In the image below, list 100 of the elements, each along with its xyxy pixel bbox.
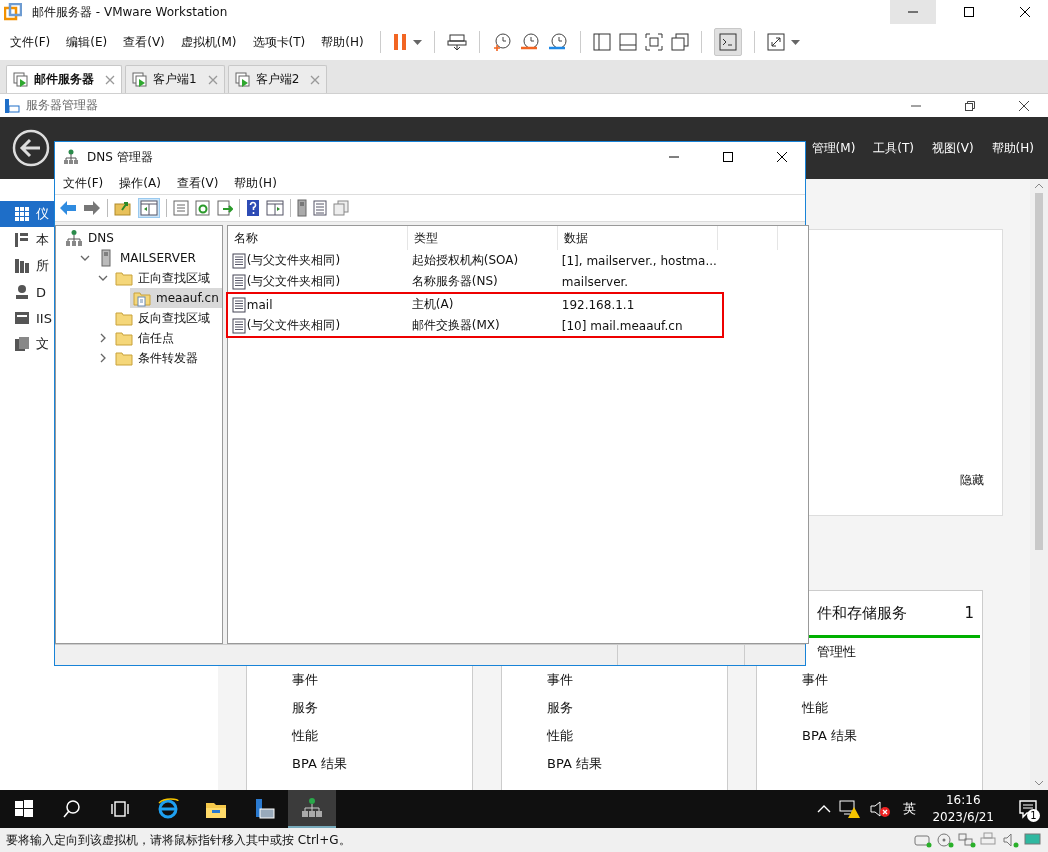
tile-link[interactable]: BPA 结果 (292, 750, 347, 778)
close-icon[interactable] (310, 74, 321, 85)
copy-icon[interactable] (333, 200, 349, 216)
export-icon[interactable] (217, 200, 233, 216)
chevron-icon[interactable] (98, 353, 108, 363)
tree-item[interactable]: 条件转发器 (112, 348, 201, 368)
column-header[interactable]: 名称 (227, 226, 408, 250)
record-row[interactable]: (与父文件夹相同) 名称服务器(NS) mailserver. (227, 271, 808, 292)
sidebar-item[interactable]: IIS (0, 305, 54, 331)
back-button-icon[interactable] (12, 129, 50, 167)
notification-button[interactable]: 1 (1008, 790, 1048, 828)
unity-icon[interactable] (670, 33, 689, 51)
chevron-up-icon[interactable] (817, 804, 832, 814)
menu-item[interactable]: 文件(F) (6, 33, 55, 51)
record-name[interactable]: (与父文件夹相同) (227, 273, 412, 290)
sound-icon[interactable] (1002, 832, 1020, 848)
sidebar-item[interactable]: 文 (0, 331, 54, 357)
tile-link[interactable]: 性能 (802, 694, 828, 722)
column-header[interactable]: 类型 (407, 226, 558, 250)
record-name[interactable]: mail (227, 296, 412, 313)
cd-drive-icon[interactable] (936, 832, 954, 848)
console-button[interactable] (713, 28, 742, 56)
column-header[interactable]: 数据 (557, 226, 718, 250)
tree-item[interactable]: meaauf.cn (130, 288, 222, 308)
menu-item[interactable]: 编辑(E) (62, 33, 112, 51)
volume-muted-icon[interactable] (869, 799, 892, 819)
fullscreen-icon[interactable] (766, 33, 785, 51)
help-icon[interactable] (246, 199, 260, 217)
tree-toggle-button[interactable] (138, 198, 160, 218)
record-row[interactable]: (与父文件夹相同) 起始授权机构(SOA) [1], mailserver., hostma... (227, 250, 808, 271)
tile-link[interactable]: 事件 (547, 666, 573, 694)
menu-item[interactable]: 选项卡(T) (248, 33, 310, 51)
vm-tab[interactable]: 客户端2 (227, 65, 328, 93)
tree-item[interactable]: 信任点 (112, 328, 177, 348)
tile-link[interactable]: BPA 结果 (547, 750, 602, 778)
menu-item[interactable]: 查看(V) (119, 33, 169, 51)
chevron-icon[interactable] (80, 253, 90, 263)
scrollbar[interactable] (1030, 179, 1048, 790)
tile-link[interactable]: 事件 (802, 666, 828, 694)
tile-link[interactable]: 管理性 (817, 638, 856, 666)
menu-item[interactable]: 操作(A) (113, 174, 167, 192)
server-icon[interactable] (297, 199, 307, 217)
thumbnail-bar-icon[interactable] (618, 33, 637, 51)
keyboard-send-icon[interactable] (446, 32, 467, 52)
vm-tab[interactable]: 邮件服务器 (6, 65, 122, 93)
record-name[interactable]: (与父文件夹相同) (227, 317, 412, 334)
chevron-icon[interactable] (98, 273, 108, 283)
scroll-up-icon[interactable] (1034, 183, 1044, 189)
record-icon[interactable] (313, 200, 327, 216)
tile-link[interactable]: 服务 (292, 694, 318, 722)
network-warning-icon[interactable] (839, 799, 862, 819)
back-arrow-icon[interactable] (59, 200, 77, 216)
scroll-down-icon[interactable] (1034, 780, 1044, 786)
tile-link[interactable]: BPA 结果 (802, 722, 857, 750)
caret-icon[interactable] (790, 39, 800, 45)
pause-icon[interactable] (392, 33, 407, 51)
input-method-indicator[interactable]: 英 (903, 800, 917, 818)
tile-link[interactable]: 服务 (547, 694, 573, 722)
sidebar-item[interactable]: 仪 (0, 201, 54, 227)
close-icon[interactable] (207, 74, 218, 85)
maximize-icon (723, 152, 733, 162)
tile-link[interactable]: 事件 (292, 666, 318, 694)
tree-item[interactable]: MAILSERVER (94, 248, 199, 268)
refresh-icon[interactable] (195, 200, 211, 216)
menu-item[interactable]: 虚拟机(M) (176, 33, 241, 51)
tree-item[interactable]: 正向查找区域 (112, 268, 213, 288)
tree-item[interactable]: DNS (62, 228, 117, 248)
caret-icon[interactable] (412, 39, 422, 45)
menu-item[interactable]: 帮助(H) (228, 174, 283, 192)
sidebar-item[interactable]: D (0, 279, 54, 305)
menu-item[interactable]: 帮助(H) (317, 33, 368, 51)
up-folder-icon[interactable] (114, 200, 132, 216)
tile-link[interactable]: 性能 (547, 722, 573, 750)
close-icon[interactable] (105, 74, 115, 85)
vm-tab[interactable]: 客户端1 (125, 65, 225, 93)
menu-item[interactable]: 工具(T) (873, 139, 915, 157)
snapshot-icon[interactable] (491, 32, 512, 52)
tree-item[interactable]: 反向查找区域 (112, 308, 213, 328)
sidebar-item[interactable]: 本 (0, 227, 54, 253)
network-adapter-icon[interactable] (958, 832, 976, 848)
record-name[interactable]: (与父文件夹相同) (227, 252, 412, 269)
forward-arrow-icon[interactable] (83, 200, 101, 216)
sidebar-view-icon[interactable] (592, 33, 611, 51)
menu-item[interactable]: 查看(V) (170, 174, 225, 192)
snapshot-manager-icon[interactable] (547, 32, 568, 52)
sidebar-item[interactable]: 所 (0, 253, 54, 279)
fit-screen-icon[interactable] (644, 33, 663, 51)
revert-snapshot-icon[interactable] (519, 32, 540, 52)
display-icon[interactable] (1024, 832, 1042, 848)
console-view-icon[interactable] (266, 200, 284, 216)
menu-item[interactable]: 文件(F) (57, 174, 110, 192)
menu-item[interactable]: 管理(M) (811, 139, 856, 157)
menu-item[interactable]: 视图(V) (932, 139, 974, 157)
servers-icon (14, 258, 30, 274)
menu-item[interactable]: 帮助(H) (991, 139, 1034, 157)
clock[interactable]: 16:16 2023/6/21 (932, 792, 994, 826)
tile-link[interactable]: 性能 (292, 722, 318, 750)
chevron-icon[interactable] (98, 333, 108, 343)
tile-title[interactable]: 件和存储服务 (817, 603, 907, 623)
hide-link[interactable]: 隐藏 (960, 472, 984, 489)
